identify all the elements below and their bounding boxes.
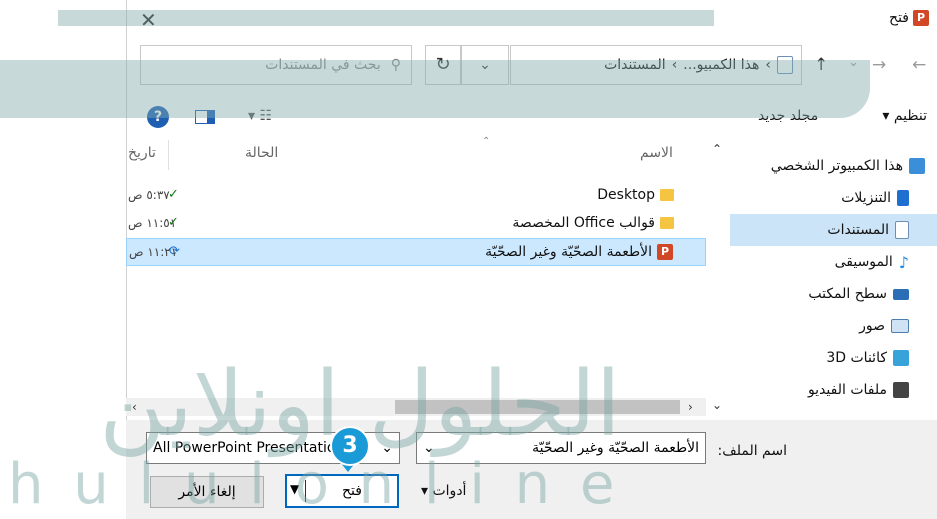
dialog-title-text: فتح: [889, 10, 909, 26]
file-name-text: الأطعمة الصحّيّة وغير الصحّيّة: [485, 244, 652, 260]
column-header-name[interactable]: الاسم: [640, 145, 673, 161]
document-icon: [895, 221, 909, 239]
file-name: قوالب Office المخصصة: [512, 215, 674, 231]
sidebar-scroll-down[interactable]: ⌄: [712, 398, 722, 412]
forward-button[interactable]: →: [872, 55, 886, 75]
sidebar-item-label: هذا الكمبيوتر الشخصي: [770, 158, 903, 174]
desktop-icon: [893, 288, 909, 300]
download-icon: [897, 190, 909, 206]
sidebar-item-label: كائنات 3D: [826, 350, 887, 366]
file-row-office-templates[interactable]: قوالب Office المخصصة ✓ ١١:٥١ ص: [126, 210, 706, 238]
column-divider[interactable]: [168, 140, 169, 170]
sidebar-item-videos[interactable]: ملفات الفيديو: [730, 374, 937, 406]
file-date: ١١:٥١ ص: [128, 216, 177, 230]
folder-icon: [660, 189, 674, 201]
powerpoint-icon: P: [913, 10, 929, 26]
watermark-bar: [58, 10, 714, 26]
sidebar-item-label: التنزيلات: [841, 190, 891, 206]
filename-label: اسم الملف:: [717, 443, 787, 459]
file-row-desktop[interactable]: Desktop ✓ ٥:٣٧ ص: [126, 182, 706, 210]
file-name: Desktop: [597, 187, 674, 203]
sidebar-item-pictures[interactable]: صور: [730, 310, 937, 342]
sidebar-item-desktop[interactable]: سطح المكتب: [730, 278, 937, 310]
file-name-text: Desktop: [597, 187, 655, 203]
file-row-healthy-foods[interactable]: P الأطعمة الصحّيّة وغير الصحّيّة ⟳ ١١:٢١…: [126, 238, 706, 266]
back-button[interactable]: ←: [912, 55, 926, 75]
video-icon: [893, 382, 909, 398]
sidebar-item-label: سطح المكتب: [808, 286, 887, 302]
column-header-date[interactable]: تاريخ: [128, 145, 156, 161]
sidebar-scroll-up[interactable]: ⌃: [712, 142, 722, 156]
column-header-status[interactable]: الحالة: [245, 145, 278, 161]
sidebar-item-label: المستندات: [827, 222, 889, 238]
sidebar-item-music[interactable]: ♪ الموسيقى: [730, 246, 937, 278]
watermark-latin: h u l u l o n l i n e: [8, 452, 621, 517]
sidebar-item-label: الموسيقى: [834, 254, 893, 270]
navigation-pane: هذا الكمبيوتر الشخصي التنزيلات المستندات…: [730, 140, 937, 420]
file-name: P الأطعمة الصحّيّة وغير الصحّيّة: [485, 244, 673, 260]
watermark-bar: [0, 60, 870, 118]
powerpoint-icon: P: [657, 244, 673, 260]
computer-icon: [909, 158, 925, 174]
sidebar-item-label: صور: [859, 318, 885, 334]
sidebar-item-3d-objects[interactable]: كائنات 3D: [730, 342, 937, 374]
sidebar-item-documents[interactable]: المستندات: [730, 214, 937, 246]
dialog-title: P فتح: [889, 10, 929, 26]
file-name-text: قوالب Office المخصصة: [512, 215, 655, 231]
pictures-icon: [891, 319, 909, 333]
file-date: ٥:٣٧ ص: [128, 188, 170, 202]
3d-objects-icon: [893, 350, 909, 366]
sort-indicator-icon: ⌃: [482, 136, 491, 147]
sidebar-item-label: ملفات الفيديو: [807, 382, 887, 398]
sidebar-item-this-pc[interactable]: هذا الكمبيوتر الشخصي: [730, 150, 937, 182]
organize-button[interactable]: تنظيم ▾: [882, 108, 927, 124]
sidebar-item-downloads[interactable]: التنزيلات: [730, 182, 937, 214]
file-date: ١١:٢١ ص: [129, 245, 178, 259]
organize-label: تنظيم: [893, 108, 927, 124]
folder-icon: [660, 217, 674, 229]
watermark-arabic: الحلول اونلاين: [99, 352, 621, 457]
music-icon: ♪: [898, 252, 909, 272]
